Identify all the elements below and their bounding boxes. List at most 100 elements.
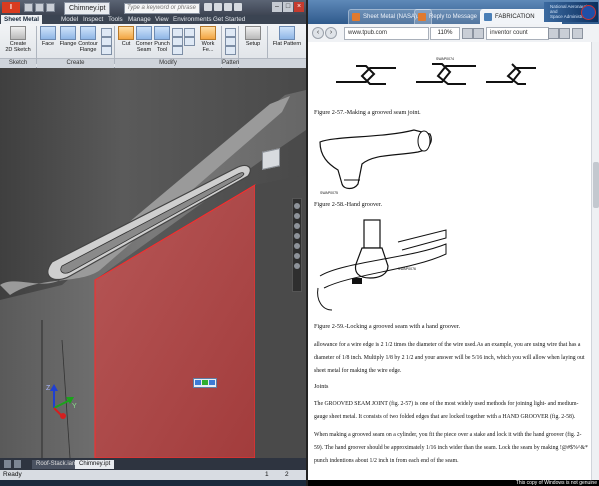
graphics-viewport[interactable]: Z Y <box>0 68 306 458</box>
hem-icon[interactable] <box>101 37 112 46</box>
tab-sheet-metal[interactable]: Sheet Metal <box>1 15 42 24</box>
panel-label-create: Create <box>37 58 114 68</box>
search-icon[interactable] <box>204 3 212 11</box>
inventor-app-button[interactable]: I <box>2 2 20 13</box>
cascade-icon[interactable] <box>14 460 21 468</box>
contour-flange-button[interactable]: Contour Flange <box>77 26 99 53</box>
exchange-icon[interactable] <box>224 3 232 11</box>
vertical-scrollbar[interactable] <box>591 42 599 480</box>
figure-caption: Figure 2-58.-Hand groover. <box>314 201 383 208</box>
zoom-level[interactable]: 110% <box>430 27 460 40</box>
fig1-code: SWAP0074 <box>436 57 454 61</box>
look-at-icon[interactable] <box>294 243 300 249</box>
tile-icon[interactable] <box>4 460 11 468</box>
forward-button[interactable]: › <box>325 27 337 39</box>
mirror-icon[interactable] <box>225 46 236 55</box>
nasa-banner: National Aeronautics and Space Administr… <box>544 2 598 22</box>
tab-view[interactable]: View <box>152 15 172 24</box>
quick-access-toolbar <box>24 3 62 12</box>
address-bar[interactable]: www.tpub.com <box>344 27 429 40</box>
settings-icon[interactable] <box>572 28 583 39</box>
status-text: Ready <box>3 471 22 478</box>
fold-icon[interactable] <box>101 46 112 55</box>
save-icon[interactable] <box>46 3 55 12</box>
help-icon[interactable] <box>234 3 242 11</box>
fig2-code: SWAP0075 <box>320 191 338 195</box>
tab-inspect[interactable]: Inspect <box>80 15 106 24</box>
user-icon[interactable] <box>214 3 222 11</box>
save-pdf-icon[interactable] <box>473 28 484 39</box>
rectangular-pattern-icon[interactable] <box>225 28 236 37</box>
zoom-icon[interactable] <box>294 223 300 229</box>
viewcube[interactable] <box>262 148 280 170</box>
z-label: Z <box>46 385 51 392</box>
next-match-icon[interactable] <box>559 28 570 39</box>
status-count-1: 1 <box>265 471 269 478</box>
panel-label-sketch: Sketch <box>0 58 36 68</box>
chimney-face-selected[interactable] <box>94 184 256 458</box>
work-features-button[interactable]: Work Fe... <box>196 26 220 53</box>
minimize-button[interactable]: – <box>272 2 282 12</box>
inventor-window-controls: – □ × <box>271 2 304 12</box>
circular-pattern-icon[interactable] <box>225 37 236 46</box>
corner-seam-button[interactable]: Corner Seam <box>135 26 153 53</box>
flat-pattern-button[interactable]: Flat Pattern <box>270 26 304 47</box>
prev-match-icon[interactable] <box>548 28 559 39</box>
steering-wheel-icon[interactable] <box>294 203 300 209</box>
tab-manage[interactable]: Manage <box>125 15 154 24</box>
tab-model[interactable]: Model <box>58 15 81 24</box>
cut-label: Cut <box>121 41 131 47</box>
drag-handle[interactable] <box>193 378 217 388</box>
unfold-icon[interactable] <box>184 28 195 37</box>
status-count-2: 2 <box>285 471 289 478</box>
punch-tool-button[interactable]: Punch Tool <box>153 26 171 53</box>
tab-get-started[interactable]: Get Started <box>210 15 248 24</box>
scroll-thumb[interactable] <box>593 162 599 208</box>
windows-notice: This copy of Windows is not genuine <box>308 480 599 486</box>
bend-icon[interactable] <box>172 28 183 37</box>
help-toolbar <box>204 3 244 13</box>
cut-button[interactable]: Cut <box>117 26 135 47</box>
figure-caption: Figure 2-57.-Making a grooved seam joint… <box>314 109 421 116</box>
y-label: Y <box>72 403 77 410</box>
contour-flange-label: Contour Flange <box>78 41 98 53</box>
sketch-icon <box>10 26 26 40</box>
find-input[interactable]: inventor count <box>486 27 549 40</box>
doc-tab-chimney[interactable]: Chimney.ipt <box>75 460 115 469</box>
corner-chamfer-icon[interactable] <box>172 46 183 55</box>
tab-tools[interactable]: Tools <box>105 15 126 24</box>
doc-tab-roof-stack[interactable]: Roof-Stack.iam <box>32 460 82 469</box>
setup-icon <box>245 26 261 40</box>
maximize-button[interactable]: □ <box>283 2 293 12</box>
print-icon[interactable] <box>462 28 473 39</box>
create-2d-sketch-button[interactable]: Create 2D Sketch <box>2 26 34 53</box>
punch-tool-icon <box>154 26 170 40</box>
refold-icon[interactable] <box>184 37 195 46</box>
section-heading: Joints <box>314 383 329 390</box>
corner-round-icon[interactable] <box>172 37 183 46</box>
ribbon: Create 2D Sketch Face Flange Contour Fla… <box>0 24 306 68</box>
flange-button[interactable]: Flange <box>58 26 78 47</box>
setup-button[interactable]: Setup <box>241 26 265 47</box>
zoom-all-icon[interactable] <box>294 253 300 259</box>
close-button[interactable]: × <box>294 2 304 12</box>
open-icon[interactable] <box>35 3 44 12</box>
back-button[interactable]: ‹ <box>312 27 324 39</box>
paragraph-wire-edge: allowance for a wire edge is 2 1/2 times… <box>314 342 585 374</box>
inventor-window: I Chimney.ipt Type a keyword or phrase –… <box>0 0 306 486</box>
help-search-input[interactable]: Type a keyword or phrase <box>124 3 200 14</box>
face-button[interactable]: Face <box>39 26 57 47</box>
figure-caption: Figure 2-59.-Locking a grooved seam with… <box>314 323 461 330</box>
page-icon <box>352 13 360 21</box>
orbit-icon[interactable] <box>294 233 300 239</box>
pan-icon[interactable] <box>294 213 300 219</box>
panel-label-pattern: Pattern <box>222 58 242 68</box>
new-icon[interactable] <box>24 3 33 12</box>
browser-tab-label: Reply to Message <box>429 14 478 20</box>
setup-label: Setup <box>245 41 261 47</box>
x-arrow-icon <box>60 413 66 419</box>
tab-environments[interactable]: Environments <box>170 15 215 24</box>
work-plane-icon <box>200 26 216 40</box>
zoom-window-icon[interactable] <box>294 263 300 269</box>
rolled-flange-icon[interactable] <box>101 28 112 37</box>
